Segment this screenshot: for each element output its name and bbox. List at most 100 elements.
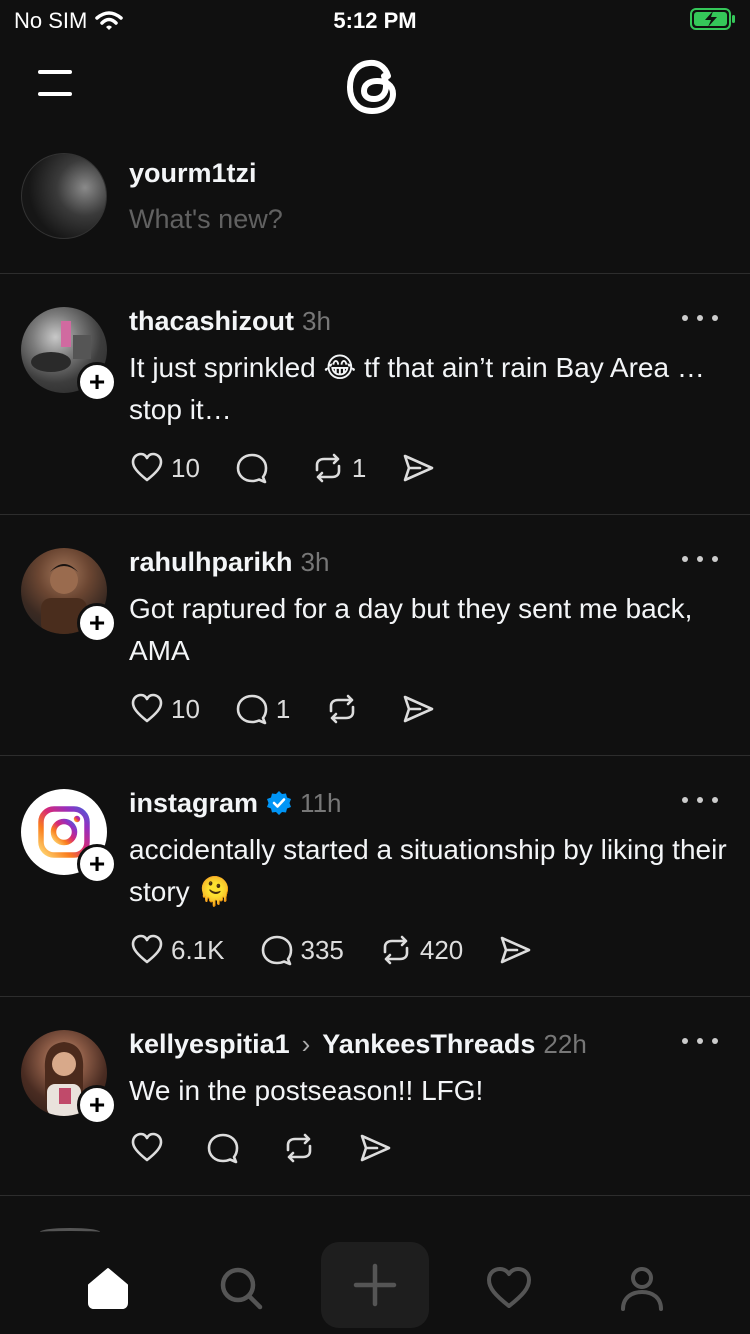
post-time: 11h <box>300 787 342 818</box>
post-username[interactable]: kellyespitia1 <box>129 1029 290 1060</box>
repost-button[interactable] <box>281 1130 323 1166</box>
repost-button[interactable]: 420 <box>378 932 463 968</box>
next-post-peek <box>40 1228 100 1236</box>
post-username[interactable]: thacashizout <box>129 306 294 337</box>
profile-icon <box>621 1267 663 1311</box>
more-options-button[interactable] <box>682 1038 718 1048</box>
post-actions: 6.1K 335 420 <box>129 930 567 970</box>
post-time: 3h <box>302 305 331 336</box>
new-thread-composer[interactable]: yourm1tzi What's new? <box>0 150 750 274</box>
post-actions <box>129 1128 427 1168</box>
post-username[interactable]: rahulhparikh <box>129 547 293 578</box>
tab-home[interactable] <box>66 1246 150 1330</box>
status-time: 5:12 PM <box>333 8 417 33</box>
heart-icon <box>131 934 163 964</box>
follow-button[interactable]: + <box>77 603 117 643</box>
reply-button[interactable]: 1 <box>234 691 290 727</box>
more-options-button[interactable] <box>682 315 718 325</box>
thread-post[interactable]: + thacashizout 3h It just sprinkled 😂 tf… <box>0 275 750 515</box>
post-header: thacashizout 3h <box>129 303 331 339</box>
post-time: 22h <box>543 1028 587 1059</box>
thread-post[interactable]: + kellyespitia1 › YankeesThreads 22h We … <box>0 998 750 1196</box>
like-button[interactable]: 10 <box>129 691 200 727</box>
create-icon <box>353 1263 397 1307</box>
avatar[interactable] <box>21 153 107 239</box>
comment-icon <box>261 935 292 966</box>
repost-icon <box>315 453 341 483</box>
like-button[interactable] <box>129 1130 171 1166</box>
post-header: kellyespitia1 › YankeesThreads 22h <box>129 1026 587 1062</box>
tab-activity[interactable] <box>467 1246 551 1330</box>
like-button[interactable]: 10 <box>129 450 200 486</box>
like-button[interactable]: 6.1K <box>129 932 225 968</box>
send-icon <box>404 454 434 482</box>
heart-icon <box>131 693 163 723</box>
post-actions: 10 1 <box>129 448 470 488</box>
tab-search[interactable] <box>199 1246 283 1330</box>
menu-button[interactable] <box>36 70 76 100</box>
share-button[interactable] <box>497 932 533 968</box>
repost-count: 1 <box>351 452 367 483</box>
post-text: We in the postseason!! LFG! <box>129 1075 484 1106</box>
reply-to-username[interactable]: YankeesThreads <box>322 1029 535 1060</box>
comment-icon <box>207 1133 239 1164</box>
verified-badge-icon <box>267 791 292 815</box>
tab-profile[interactable] <box>600 1246 684 1330</box>
post-avatar[interactable]: + <box>21 307 117 402</box>
home-icon <box>88 1268 128 1309</box>
post-avatar[interactable]: + <box>21 1030 117 1125</box>
more-options-button[interactable] <box>682 556 718 566</box>
reply-button[interactable] <box>234 450 276 486</box>
chevron-right-icon: › <box>301 1028 311 1059</box>
reply-button[interactable] <box>205 1130 247 1166</box>
composer-input[interactable]: What's new? <box>129 204 283 235</box>
repost-icon <box>330 694 355 724</box>
reply-button[interactable]: 335 <box>259 932 344 968</box>
repost-button[interactable] <box>324 691 366 727</box>
post-avatar[interactable]: + <box>21 789 117 884</box>
comment-icon <box>236 453 268 484</box>
battery-charging-icon <box>690 8 735 30</box>
heart-icon <box>131 1132 163 1162</box>
status-bar: No SIM 5:12 PM <box>0 0 750 42</box>
post-text: accidentally started a situationship by … <box>129 834 727 907</box>
like-count: 10 <box>171 693 200 724</box>
share-button[interactable] <box>400 691 436 727</box>
share-button[interactable] <box>357 1130 393 1166</box>
follow-button[interactable]: + <box>77 1085 117 1125</box>
follow-button[interactable]: + <box>77 362 117 402</box>
repost-icon <box>286 1133 312 1163</box>
reply-count: 335 <box>300 934 344 965</box>
post-header: rahulhparikh 3h <box>129 544 329 580</box>
repost-count: 420 <box>419 934 464 965</box>
repost-icon <box>383 935 409 965</box>
follow-button[interactable]: + <box>77 844 117 884</box>
send-icon <box>500 936 531 964</box>
tab-create[interactable] <box>321 1242 429 1328</box>
thread-post[interactable]: + instagram 11h accidentally started a s… <box>0 757 750 997</box>
post-avatar[interactable]: + <box>21 548 117 643</box>
repost-button[interactable]: 1 <box>310 450 366 486</box>
activity-icon <box>487 1267 531 1308</box>
comment-icon <box>236 694 268 725</box>
search-icon <box>220 1267 263 1310</box>
like-count: 6.1K <box>171 934 225 965</box>
more-options-button[interactable] <box>682 797 718 807</box>
heart-icon <box>131 452 163 482</box>
post-username[interactable]: instagram <box>129 788 258 819</box>
threads-logo-icon[interactable] <box>341 54 407 120</box>
thread-post[interactable]: + rahulhparikh 3h Got raptured for a day… <box>0 516 750 756</box>
send-icon <box>360 1134 391 1162</box>
send-icon <box>404 695 434 723</box>
share-button[interactable] <box>400 450 436 486</box>
post-actions: 10 1 <box>129 689 470 729</box>
top-nav <box>0 42 750 137</box>
composer-username: yourm1tzi <box>129 158 257 188</box>
post-header: instagram 11h <box>129 785 342 821</box>
post-text: Got raptured for a day but they sent me … <box>129 593 693 666</box>
post-time: 3h <box>300 546 330 577</box>
bottom-tab-bar <box>0 1236 750 1334</box>
reply-count: 1 <box>275 693 291 724</box>
like-count: 10 <box>171 452 200 483</box>
post-text: It just sprinkled 😂 tf that ain’t rain B… <box>129 352 705 425</box>
